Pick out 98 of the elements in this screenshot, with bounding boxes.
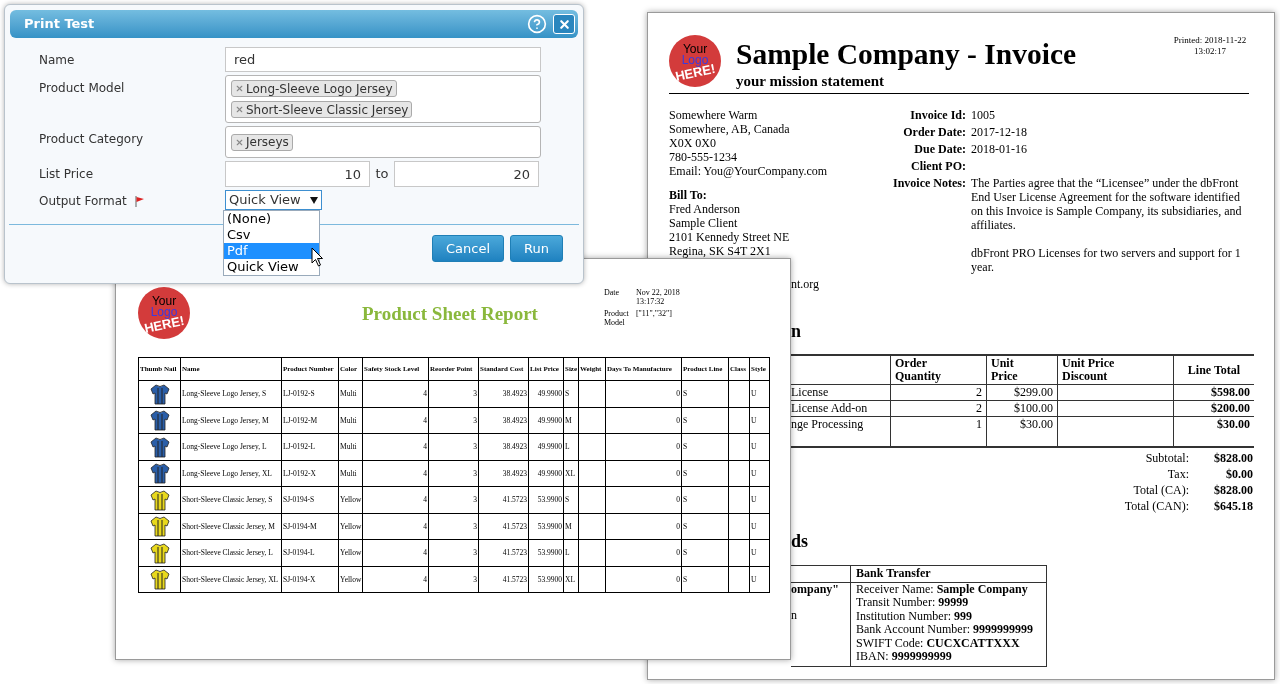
logo-text: Logo	[681, 54, 709, 66]
table-cell-text: ompany"	[791, 582, 840, 596]
table-cell-text: n	[791, 609, 798, 623]
table-cell: 1	[891, 417, 987, 446]
table-cell: $100.00	[987, 401, 1058, 417]
range-separator: to	[374, 165, 390, 184]
address-line: Somewhere Warm	[669, 108, 759, 122]
report-title: Product Sheet Report	[362, 302, 538, 326]
table-cell: $30.00	[987, 417, 1058, 446]
total-label: Subtotal:	[1144, 451, 1189, 465]
bank-detail: IBAN: 9999999999	[856, 650, 953, 664]
address-line: 780-555-1234	[669, 150, 738, 164]
dropdown-option[interactable]: (None)	[224, 211, 319, 227]
detail-value: 1005	[971, 108, 996, 122]
jersey-icon	[148, 409, 171, 432]
jersey-icon	[148, 435, 171, 458]
detail-value: 2017-12-18	[971, 125, 1028, 139]
price-to-field[interactable]: 20	[394, 161, 539, 187]
detail-label: Due Date:	[913, 142, 966, 158]
dropdown-option[interactable]: Csv	[224, 227, 319, 243]
detail-label: Invoice Id:	[909, 108, 966, 124]
column-header: Unit Price	[987, 356, 1058, 385]
dialog-title: Print Test	[24, 15, 95, 34]
bill-to-line: Sample Client	[669, 216, 739, 230]
remove-icon[interactable]	[235, 105, 244, 114]
address-line: Somewhere, AB, Canada	[669, 122, 791, 136]
field-label: Product Model	[39, 80, 125, 97]
jersey-icon	[148, 462, 171, 485]
table-cell: $200.00	[1174, 401, 1254, 417]
table-cell: 2	[891, 385, 987, 401]
address-line: X0X 0X0	[669, 136, 717, 150]
mission-statement: your mission statement	[736, 72, 886, 90]
total-value: $828.00	[1213, 483, 1253, 497]
section-heading: n	[791, 321, 802, 341]
detail-value: 2018-01-16	[971, 142, 1028, 156]
invoice-title: Sample Company - Invoice	[736, 37, 1077, 72]
meta-value: Nov 22, 2018 13:17:32	[635, 288, 681, 306]
dropdown-arrow-icon	[310, 196, 318, 204]
address-line: Email: You@YourCompany.com	[669, 164, 829, 178]
bill-to-line: 2101 Kennedy Street NE	[669, 230, 791, 244]
remove-icon[interactable]	[235, 84, 244, 93]
bill-to-heading: Bill To:	[669, 188, 708, 202]
remove-icon[interactable]	[235, 137, 244, 147]
detail-label: Invoice Notes:	[892, 176, 966, 192]
total-value: $0.00	[1225, 467, 1253, 481]
bank-detail: SWIFT Code: CUCXCATTXXX	[856, 636, 1021, 650]
logo-text: Your	[682, 43, 708, 55]
output-format-select[interactable]: Quick View	[225, 190, 322, 210]
jersey-icon	[148, 568, 171, 591]
close-button[interactable]	[553, 14, 575, 34]
tag-chip[interactable]: Long-Sleeve Logo Jersey	[231, 80, 397, 97]
meta-value: ["11","32"]	[635, 309, 673, 320]
section-heading: ds	[791, 531, 809, 551]
table-cell: $598.00	[1174, 385, 1254, 401]
total-value: $645.18	[1213, 499, 1253, 513]
price-from-field[interactable]: 10	[225, 161, 370, 187]
printed-date: Printed: 2018-11-22 13:02:17	[1172, 35, 1248, 57]
jersey-icon	[148, 382, 171, 405]
detail-label: Client PO:	[910, 159, 966, 175]
bill-to-line: Fred Anderson	[669, 202, 741, 216]
bank-detail: Institution Number: 999	[856, 609, 973, 623]
field-label: Name	[39, 52, 75, 69]
table-cell-text: $30.00	[1216, 417, 1251, 433]
notes-paragraph: The Parties agree that the “Licensee” under the dbFront End User License Agreement for the software identified on this Invoice is Sample Company, its subsidiaries, and affiliates.	[971, 176, 1243, 232]
help-icon[interactable]	[527, 14, 547, 34]
field-label: Output Format	[39, 193, 127, 210]
tag-field[interactable]: Long-Sleeve Logo Jersey Short-Sleeve Classic Jersey	[225, 75, 541, 123]
field-label: List Price	[39, 166, 94, 183]
name-field[interactable]: red	[225, 47, 541, 72]
total-value: $828.00	[1213, 451, 1253, 465]
column-header: Line Total	[1174, 356, 1254, 385]
jersey-icon	[148, 541, 171, 564]
total-label: Total (CAN):	[1123, 499, 1189, 513]
logo-text: Logo	[150, 306, 178, 318]
tag-chip[interactable]: Jerseys	[231, 133, 293, 151]
column-header: Unit Price Discount	[1058, 356, 1174, 385]
bill-to-line: Regina, SK S4T 2X1	[669, 244, 772, 258]
field-label: Product Category	[39, 131, 144, 148]
tag-field[interactable]: Jerseys	[225, 126, 541, 158]
total-label: Total (CA):	[1132, 483, 1189, 497]
table-cell: 2	[891, 401, 987, 417]
jersey-icon	[148, 488, 171, 511]
bank-detail: Transit Number: 99999	[856, 596, 969, 610]
column-header: Bank Transfer	[851, 566, 1047, 583]
total-label: Tax:	[1166, 467, 1189, 481]
bill-to-line: nt.org	[791, 277, 821, 291]
bank-detail: Receiver Name: Sample Company	[856, 582, 1029, 596]
close-icon	[557, 17, 571, 31]
bank-detail: Bank Account Number: 9999999999	[856, 623, 1034, 637]
meta-label: Date	[603, 288, 620, 299]
table-cell: $299.00	[987, 385, 1058, 401]
meta-label: Product Model	[603, 309, 630, 327]
jersey-icon	[148, 515, 171, 538]
tag-chip[interactable]: Short-Sleeve Classic Jersey	[231, 101, 413, 118]
detail-label: Order Date:	[902, 125, 966, 141]
column-header: Order Quantity	[891, 356, 987, 385]
notes-paragraph: dbFront PRO Licenses for two servers and support for 1 year.	[971, 246, 1242, 274]
logo-text: Your	[151, 295, 177, 307]
